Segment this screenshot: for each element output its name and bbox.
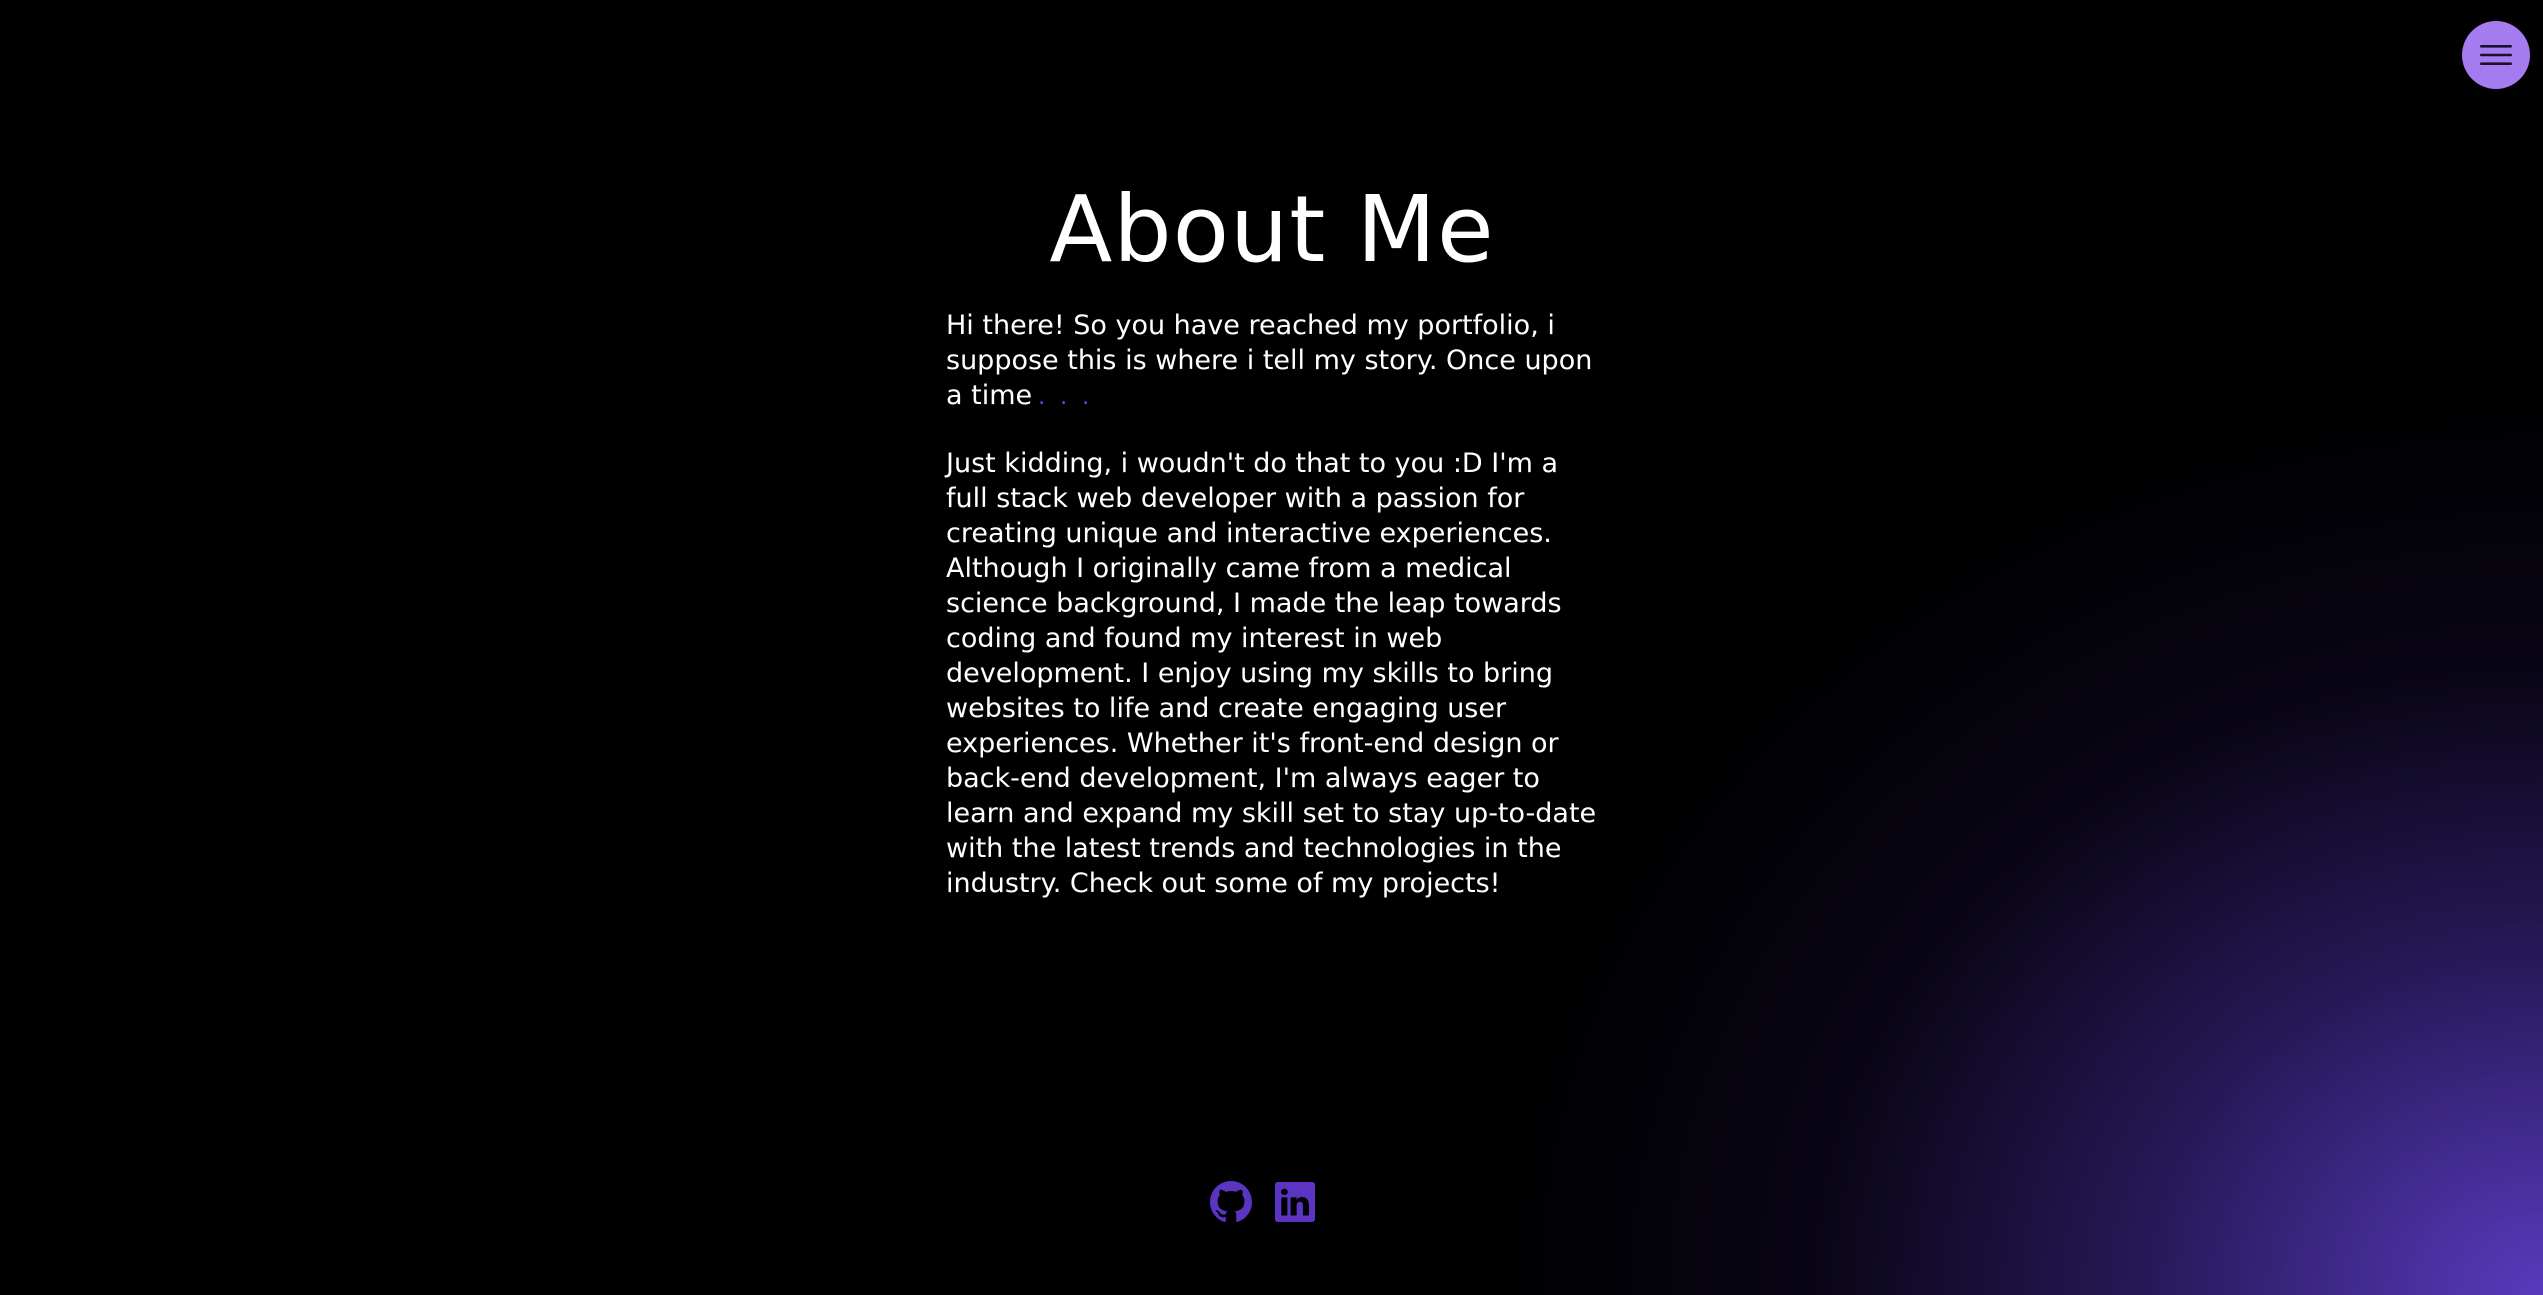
github-icon [1210,1181,1252,1222]
bio-paragraph: Just kidding, i woudn't do that to you :… [946,448,1597,899]
typing-ellipsis: . . . [1038,385,1094,410]
github-link[interactable] [1209,1180,1253,1224]
linkedin-icon [1275,1182,1315,1222]
linkedin-link[interactable] [1273,1180,1317,1224]
menu-button[interactable] [2462,21,2530,89]
social-links [1209,1180,1317,1224]
hamburger-menu-icon [2480,45,2512,65]
page-title: About Me [1049,176,1495,283]
intro-paragraph: Hi there! So you have reached my portfol… [946,308,1598,415]
about-section: About Me Hi there! So you have reached m… [946,170,1598,901]
